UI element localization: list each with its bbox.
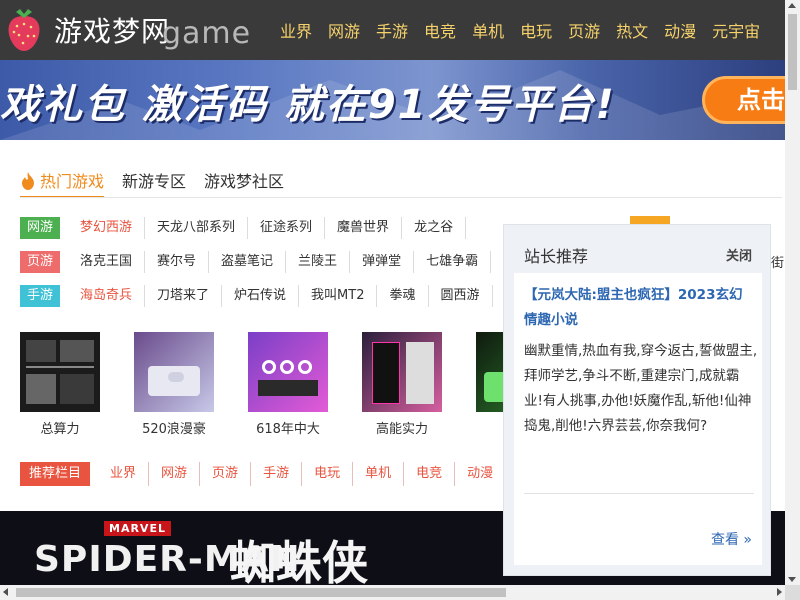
category-badge[interactable]: 手游 bbox=[20, 285, 60, 307]
marvel-logo: MARVEL bbox=[104, 521, 171, 536]
truncated-link[interactable]: 街 bbox=[771, 252, 784, 271]
nav-item-rewen[interactable]: 热文 bbox=[608, 18, 656, 42]
nav-item-yejie[interactable]: 业界 bbox=[272, 18, 320, 42]
category-link[interactable]: 炉石传说 bbox=[222, 285, 300, 307]
vertical-scrollbar[interactable] bbox=[785, 0, 800, 585]
scroll-left-arrow-icon[interactable] bbox=[3, 588, 8, 596]
category-link[interactable]: 魔兽世界 bbox=[325, 217, 403, 239]
category-link[interactable]: 兰陵王 bbox=[286, 251, 351, 273]
popup-body: 【元岚大陆:盟主也疯狂】2023玄幻情趣小说 幽默重情,热血有我,穿今返古,誓做… bbox=[514, 273, 762, 565]
tab-hot-games-label: 热门游戏 bbox=[40, 172, 105, 191]
logo-text: 游戏梦网 bbox=[54, 15, 171, 48]
tab-community[interactable]: 游戏梦社区 bbox=[204, 160, 284, 198]
main-nav: 业界 网游 手游 电竞 单机 电玩 页游 热文 动漫 元宇宙 bbox=[272, 0, 768, 60]
product-tile[interactable]: 618年中大 bbox=[248, 332, 328, 437]
banner-click-button[interactable]: 点击 bbox=[702, 76, 785, 124]
category-link[interactable]: 梦幻西游 bbox=[60, 217, 146, 239]
scroll-up-arrow-icon[interactable] bbox=[788, 3, 796, 8]
horizontal-scroll-thumb[interactable] bbox=[16, 588, 506, 597]
product-image bbox=[20, 332, 100, 412]
category-link[interactable]: 拳魂 bbox=[377, 285, 429, 307]
product-label: 总算力 bbox=[40, 422, 80, 437]
popup-divider bbox=[524, 493, 754, 494]
recommend-link[interactable]: 手游 bbox=[251, 462, 303, 486]
product-image bbox=[134, 332, 214, 412]
popup-description: 幽默重情,热血有我,穿今返古,誓做盟主,拜师学艺,争斗不断,重建宗门,成就霸业!… bbox=[524, 343, 758, 434]
promo-banner[interactable]: 戏礼包 激活码 就在91发号平台! 点击 bbox=[0, 60, 785, 140]
recommend-link[interactable]: 电玩 bbox=[302, 462, 354, 486]
scrollbar-corner bbox=[785, 585, 800, 600]
banner-headline: 戏礼包 激活码 就在91发号平台! bbox=[0, 82, 616, 128]
nav-item-danji[interactable]: 单机 bbox=[464, 18, 512, 42]
nav-item-dianwan[interactable]: 电玩 bbox=[512, 18, 560, 42]
nav-item-shouyou[interactable]: 手游 bbox=[368, 18, 416, 42]
category-link[interactable]: 赛尔号 bbox=[145, 251, 210, 273]
category-link[interactable]: 龙之谷 bbox=[402, 217, 467, 239]
game-tabs: 热门游戏 新游专区 游戏梦社区 bbox=[20, 160, 302, 198]
category-link[interactable]: 七雄争霸 bbox=[414, 251, 492, 273]
nav-item-wangyou[interactable]: 网游 bbox=[320, 18, 368, 42]
tab-new-games[interactable]: 新游专区 bbox=[122, 160, 186, 198]
scroll-down-arrow-icon[interactable] bbox=[788, 577, 796, 582]
product-tile[interactable]: 总算力 bbox=[20, 332, 100, 437]
category-badge[interactable]: 页游 bbox=[20, 251, 60, 273]
category-link[interactable]: 弹弹堂 bbox=[350, 251, 415, 273]
spider-man-title-cn: 蜘蛛侠 bbox=[230, 536, 368, 585]
recommend-link[interactable]: 网游 bbox=[149, 462, 201, 486]
horizontal-scrollbar[interactable] bbox=[0, 585, 785, 600]
recommend-row: 推荐栏目 业界 网游 页游 手游 电玩 单机 电竞 动漫 bbox=[20, 462, 507, 486]
recommend-link[interactable]: 业界 bbox=[90, 462, 150, 486]
tab-hot-games[interactable]: 热门游戏 bbox=[20, 160, 105, 198]
product-image bbox=[362, 332, 442, 412]
recommend-link[interactable]: 页游 bbox=[200, 462, 252, 486]
recommend-link[interactable]: 动漫 bbox=[455, 462, 507, 486]
logo-game-text: game bbox=[162, 16, 252, 51]
category-link[interactable]: 征途系列 bbox=[248, 217, 326, 239]
product-label: 520浪漫豪 bbox=[142, 422, 206, 437]
recommend-popup: 站长推荐 关闭 【元岚大陆:盟主也疯狂】2023玄幻情趣小说 幽默重情,热血有我… bbox=[503, 224, 771, 576]
category-link[interactable]: 天龙八部系列 bbox=[145, 217, 249, 239]
category-badge[interactable]: 网游 bbox=[20, 217, 60, 239]
nav-item-yeyou[interactable]: 页游 bbox=[560, 18, 608, 42]
recommend-badge: 推荐栏目 bbox=[20, 462, 91, 486]
nav-item-dianjing[interactable]: 电竞 bbox=[416, 18, 464, 42]
popup-close-button[interactable]: 关闭 bbox=[726, 245, 752, 264]
tabs-divider bbox=[20, 197, 782, 198]
category-link[interactable]: 圆西游 bbox=[429, 285, 493, 307]
product-tile[interactable]: 高能实力 bbox=[362, 332, 442, 437]
product-label: 高能实力 bbox=[375, 422, 428, 437]
category-link[interactable]: 我叫MT2 bbox=[299, 285, 378, 307]
category-link[interactable]: 盗墓笔记 bbox=[209, 251, 287, 273]
site-logo[interactable]: 游戏梦网 game bbox=[4, 4, 254, 56]
category-link[interactable]: 刀塔来了 bbox=[145, 285, 223, 307]
recommend-link[interactable]: 电竞 bbox=[404, 462, 456, 486]
nav-item-dongman[interactable]: 动漫 bbox=[656, 18, 704, 42]
category-link[interactable]: 海岛奇兵 bbox=[60, 285, 146, 307]
strawberry-icon bbox=[8, 9, 40, 51]
product-label: 618年中大 bbox=[256, 422, 320, 437]
nav-item-yuanyuzhou[interactable]: 元宇宙 bbox=[704, 18, 768, 42]
product-image bbox=[248, 332, 328, 412]
product-tile[interactable]: 520浪漫豪 bbox=[134, 332, 214, 437]
popup-view-more-link[interactable]: 查看 » bbox=[711, 529, 752, 549]
popup-title: 站长推荐 bbox=[524, 247, 589, 266]
popup-headline-link[interactable]: 【元岚大陆:盟主也疯狂】2023玄幻情趣小说 bbox=[524, 283, 752, 333]
top-nav-bar: 游戏梦网 game 业界 网游 手游 电竞 单机 电玩 页游 热文 动漫 元宇宙 bbox=[0, 0, 785, 60]
fire-icon bbox=[22, 172, 34, 190]
vertical-scroll-thumb[interactable] bbox=[788, 14, 797, 90]
category-link[interactable]: 洛克王国 bbox=[60, 251, 146, 273]
recommend-link[interactable]: 单机 bbox=[353, 462, 405, 486]
scroll-right-arrow-icon[interactable] bbox=[777, 588, 782, 596]
